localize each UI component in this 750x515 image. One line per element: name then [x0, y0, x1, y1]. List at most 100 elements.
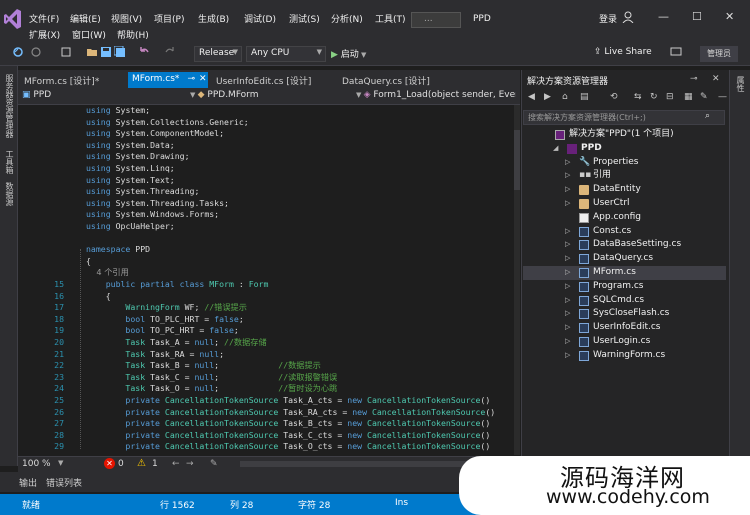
user-account-icon[interactable]	[622, 11, 634, 23]
pin-icon[interactable]: ⊸	[690, 74, 698, 84]
warning-icon[interactable]: ⚠	[137, 458, 146, 469]
start-debug-button[interactable]: ▶ 启动 ▼	[331, 47, 366, 60]
code-line[interactable]: using System.Text;	[18, 175, 514, 187]
code-cleanup-icon[interactable]: ✎	[210, 459, 218, 469]
configuration-dropdown[interactable]: Release ▼	[194, 46, 242, 62]
close-icon[interactable]: ✕	[712, 74, 720, 84]
code-line[interactable]: 24 Task Task_O = null; //暂时设为心跳	[18, 383, 514, 395]
expand-arrow-icon[interactable]: ▷	[565, 225, 570, 239]
code-line[interactable]: 20 Task Task_A = null; //数据存储	[18, 337, 514, 349]
expand-arrow-icon[interactable]: ▷	[565, 238, 570, 252]
code-line[interactable]: using System.Data;	[18, 140, 514, 152]
horizontal-scrollbar[interactable]	[240, 461, 490, 467]
close-icon[interactable]: ✕	[199, 74, 207, 84]
expand-arrow-icon[interactable]: ▷	[565, 294, 570, 308]
expanded-arrow-icon[interactable]: ◢	[553, 142, 558, 156]
tree-item[interactable]: ▷ UserInfoEdit.cs	[523, 321, 726, 335]
code-line[interactable]: using System.Windows.Forms;	[18, 209, 514, 221]
tree-item[interactable]: ▷ DataQuery.cs	[523, 252, 726, 266]
undo-icon[interactable]	[138, 46, 150, 58]
login-button[interactable]: 登录	[599, 12, 617, 25]
server-explorer-tab[interactable]: 服务器资源管理器	[4, 74, 15, 138]
code-line[interactable]: 22 Task Task_B = null; //数据提示	[18, 360, 514, 372]
code-line[interactable]: 28 private CancellationTokenSource Task_…	[18, 430, 514, 442]
code-line[interactable]: 15 public partial class MForm : Form	[18, 279, 514, 291]
menu-item[interactable]: 测试(S)	[289, 12, 320, 25]
expand-arrow-icon[interactable]: ▷	[565, 183, 570, 197]
collapse-all-icon[interactable]: ⊟	[666, 92, 674, 102]
refresh-icon[interactable]: ↻	[650, 92, 658, 102]
toolbox-tab[interactable]: 工具箱	[4, 150, 15, 174]
error-icon[interactable]: ✕	[104, 458, 115, 469]
code-line[interactable]: 16 {	[18, 291, 514, 303]
home-icon[interactable]: ⌂	[562, 92, 568, 102]
tree-item[interactable]: ▷ Program.cs	[523, 280, 726, 294]
code-line[interactable]: 17 WarningForm WF; //错误提示	[18, 302, 514, 314]
code-line[interactable]: 29 private CancellationTokenSource Task_…	[18, 441, 514, 453]
data-sources-tab[interactable]: 数据源	[4, 182, 15, 206]
solution-search-input[interactable]: 搜索解决方案资源管理器(Ctrl+;)	[523, 110, 725, 125]
code-line[interactable]: using System.Threading;	[18, 186, 514, 198]
switch-view-icon[interactable]: ▤	[580, 92, 589, 102]
tab-userinfoedit-designer[interactable]: UserInfoEdit.cs [设计]	[212, 72, 332, 88]
tab-mform-code[interactable]: MForm.cs* ⊸ ✕	[128, 72, 208, 88]
next-issue-icon[interactable]: →	[186, 459, 194, 469]
tree-item[interactable]: ▷ ▪▪ 引用	[523, 169, 726, 183]
navigate-back-icon[interactable]	[12, 46, 24, 58]
tree-item[interactable]: ▷ MForm.cs	[523, 266, 726, 280]
expand-arrow-icon[interactable]: ▷	[565, 335, 570, 349]
menu-item[interactable]: 分析(N)	[331, 12, 363, 25]
menu-item[interactable]: 项目(P)	[154, 12, 184, 25]
code-line[interactable]: 27 private CancellationTokenSource Task_…	[18, 418, 514, 430]
forward-icon[interactable]: ▶	[544, 92, 551, 102]
tree-item[interactable]: 解决方案"PPD"(1 个项目)	[523, 128, 726, 142]
zoom-level[interactable]: 100 %	[22, 459, 51, 469]
expand-arrow-icon[interactable]: ▷	[565, 169, 570, 183]
open-file-icon[interactable]	[86, 46, 98, 58]
menu-item[interactable]: 编辑(E)	[70, 12, 101, 25]
back-icon[interactable]: ◀	[528, 92, 535, 102]
expand-arrow-icon[interactable]: ▷	[565, 280, 570, 294]
tree-item[interactable]: ▷ 🔧 Properties	[523, 156, 726, 170]
chevron-down-icon[interactable]: ▼	[58, 459, 63, 467]
code-line[interactable]: namespace PPD	[18, 244, 514, 256]
properties-tab[interactable]: 属性	[735, 76, 746, 92]
show-all-files-icon[interactable]: ▦	[684, 92, 693, 102]
code-line[interactable]: using System.Threading.Tasks;	[18, 198, 514, 210]
code-line[interactable]: using System.ComponentModel;	[18, 128, 514, 140]
menu-item[interactable]: 调试(D)	[244, 12, 276, 25]
more-icon[interactable]: —	[718, 92, 727, 102]
code-line[interactable]: 21 Task Task_RA = null;	[18, 349, 514, 361]
properties-icon[interactable]: ✎	[700, 92, 708, 102]
quick-launch-search[interactable]: ...	[411, 12, 461, 28]
save-icon[interactable]	[100, 46, 112, 58]
pending-changes-icon[interactable]: ⟲	[610, 92, 618, 102]
code-line[interactable]: {	[18, 256, 514, 268]
expand-arrow-icon[interactable]: ▷	[565, 266, 570, 280]
code-line[interactable]: 4 个引用	[18, 267, 514, 279]
tree-item[interactable]: App.config	[523, 211, 726, 225]
navigate-forward-icon[interactable]	[30, 46, 42, 58]
menu-item[interactable]: 工具(T)	[375, 12, 406, 25]
code-line[interactable]: using System;	[18, 105, 514, 117]
previous-issue-icon[interactable]: ←	[172, 459, 180, 469]
menu-item[interactable]: 文件(F)	[29, 12, 59, 25]
close-window-button[interactable]: ✕	[725, 10, 734, 23]
tab-dataquery-designer[interactable]: DataQuery.cs [设计]	[338, 72, 448, 88]
vertical-scrollbar-thumb[interactable]	[514, 130, 520, 190]
expand-arrow-icon[interactable]: ▷	[565, 156, 570, 170]
search-icon[interactable]: ⌕	[705, 111, 710, 121]
save-all-icon[interactable]	[114, 46, 126, 58]
tree-item[interactable]: ▷ UserLogin.cs	[523, 335, 726, 349]
class-dropdown[interactable]: ▼ ◆ PPD.MForm	[190, 90, 350, 104]
live-share-button[interactable]: ⇪ Live Share	[594, 47, 652, 57]
tree-item[interactable]: ▷ SQLCmd.cs	[523, 294, 726, 308]
platform-dropdown[interactable]: Any CPU ▼	[246, 46, 326, 62]
code-line[interactable]: 23 Task Task_C = null; //读取报警错误	[18, 372, 514, 384]
tree-item[interactable]: ▷ Const.cs	[523, 225, 726, 239]
expand-arrow-icon[interactable]: ▷	[565, 252, 570, 266]
code-line[interactable]	[18, 233, 514, 245]
code-line[interactable]: 19 bool TO_PC_HRT = false;	[18, 325, 514, 337]
code-line[interactable]: 25 private CancellationTokenSource Task_…	[18, 395, 514, 407]
tree-item[interactable]: ▷ DataBaseSetting.cs	[523, 238, 726, 252]
